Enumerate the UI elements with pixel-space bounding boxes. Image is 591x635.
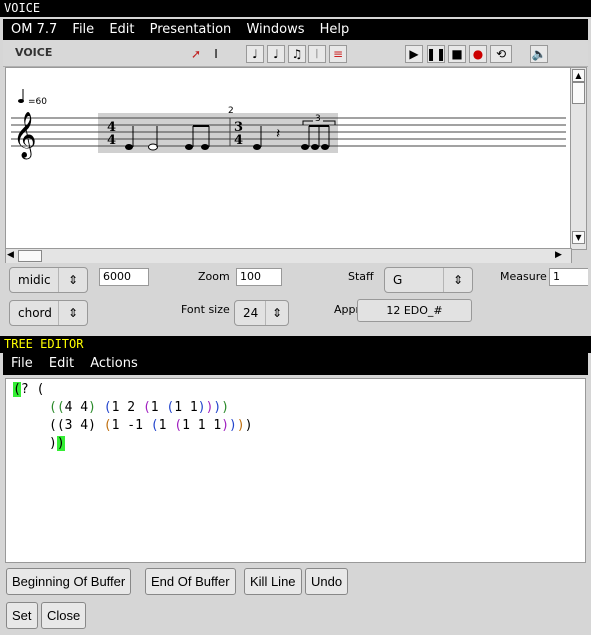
updown-arrows-icon: ⇕ (58, 268, 87, 292)
treble-clef-icon: 𝄞 (13, 112, 37, 160)
edit-mode-value: chord (18, 306, 52, 320)
updown-arrows-icon: ⇕ (443, 268, 472, 292)
kill-line-button[interactable]: Kill Line (244, 568, 302, 595)
zoom-field[interactable]: 100 (236, 268, 282, 286)
undo-button[interactable]: Undo (305, 568, 349, 595)
play-icon[interactable]: ▶ (405, 45, 423, 63)
menu-presentation[interactable]: Presentation (150, 22, 232, 37)
tree-editor-window: TREE EDITOR File Edit Actions (? ( ((4 4… (0, 336, 591, 635)
tempo-note-head (18, 99, 24, 103)
code-line-4: )) (49, 436, 65, 451)
score-vertical-scrollbar[interactable]: ▲ ▼ (570, 67, 587, 250)
tree-code-editor[interactable]: (? ( ((4 4) (1 2 (1 (1 1)))) ((3 4) (1 -… (5, 378, 586, 563)
updown-arrows-icon: ⇕ (265, 301, 288, 325)
end-of-buffer-button[interactable]: End Of Buffer (145, 568, 236, 595)
beginning-of-buffer-button[interactable]: Beginning Of Buffer (6, 568, 132, 595)
scroll-down-icon[interactable]: ▼ (572, 231, 585, 244)
voice-window: VOICE OM 7.7 File Edit Presentation Wind… (0, 0, 591, 333)
text-cursor-icon[interactable]: I (207, 45, 225, 63)
measure-icon[interactable]: 𝄀 (308, 45, 326, 63)
horizontal-scroll-thumb[interactable] (18, 250, 42, 262)
code-line-3: ((3 4) (1 -1 (1 (1 1 1)))) (49, 418, 253, 433)
code-line-1: (? ( (13, 382, 45, 397)
tree-editor-title-bar: TREE EDITOR (0, 336, 591, 353)
tree-menu-edit[interactable]: Edit (49, 356, 74, 371)
set-button[interactable]: Set (6, 602, 38, 629)
staff-label: Staff (348, 270, 374, 283)
speaker-icon[interactable]: 🔈 (530, 45, 548, 63)
voice-title-bar: VOICE (0, 0, 591, 17)
loop-icon[interactable]: ⟲ (490, 45, 512, 63)
quarter-rest-icon: 𝄽 (276, 126, 280, 142)
chord-note-icon[interactable]: ♩ (267, 45, 285, 63)
voice-toolbar: VOICE ➚ I ♩ ♩ ♫ 𝄀 ≡ ▶ ❚❚ ■ ● ⟲ 🔈 (3, 40, 588, 67)
voice-menu-bar: OM 7.7 File Edit Presentation Windows He… (3, 19, 588, 41)
record-icon[interactable]: ● (469, 45, 487, 63)
vertical-scroll-thumb[interactable] (572, 82, 585, 104)
tree-editor-menu-bar: File Edit Actions (3, 353, 588, 375)
tempo-text: =60 (28, 97, 47, 107)
tuplet-label: 3 (315, 114, 321, 124)
group-notes-icon[interactable]: ♫ (288, 45, 306, 63)
zoom-label: Zoom (198, 270, 230, 283)
menu-file[interactable]: File (72, 22, 94, 37)
scroll-right-icon[interactable]: ▶ (555, 250, 564, 260)
font-size-select[interactable]: 24 ⇕ (234, 300, 289, 326)
score-horizontal-scrollbar[interactable]: ◀ ▶ (5, 248, 572, 264)
menu-edit[interactable]: Edit (109, 22, 134, 37)
menu-windows[interactable]: Windows (246, 22, 304, 37)
pause-icon[interactable]: ❚❚ (426, 45, 446, 63)
measure-field[interactable]: 1 (549, 268, 588, 286)
font-size-value: 24 (243, 306, 259, 320)
updown-arrows-icon: ⇕ (58, 301, 87, 325)
font-size-label: Font size (181, 303, 230, 316)
tree-menu-file[interactable]: File (11, 356, 33, 371)
arrow-select-icon[interactable]: ➚ (187, 45, 205, 63)
voice-panel-label: VOICE (15, 46, 53, 59)
voice-controls-panel: midic ⇕ 6000 Zoom 100 Staff G ⇕ Measure … (3, 263, 588, 331)
edit-mode-select[interactable]: chord ⇕ (9, 300, 88, 326)
display-mode-value: midic (18, 273, 51, 287)
score-svg: =60 𝄞 4 4 3 4 2 𝄽 3 (11, 89, 566, 160)
tree-menu-actions[interactable]: Actions (90, 356, 138, 371)
staff-select[interactable]: G ⇕ (384, 267, 473, 293)
display-mode-select[interactable]: midic ⇕ (9, 267, 88, 293)
voice-icon[interactable]: ≡ (329, 45, 347, 63)
display-value-field[interactable]: 6000 (99, 268, 149, 286)
stop-icon[interactable]: ■ (448, 45, 466, 63)
menu-help[interactable]: Help (320, 22, 350, 37)
time-sig-2-den: 4 (234, 133, 243, 148)
score-view[interactable]: =60 𝄞 4 4 3 4 2 𝄽 3 (5, 67, 572, 250)
scroll-left-icon[interactable]: ◀ (7, 250, 16, 260)
close-button[interactable]: Close (41, 602, 87, 629)
scroll-up-icon[interactable]: ▲ (572, 69, 585, 82)
approx-button[interactable]: 12 EDO_# (357, 299, 472, 322)
measure-number: 2 (228, 106, 234, 116)
quarter-note-icon[interactable]: ♩ (246, 45, 264, 63)
staff-value: G (393, 273, 403, 287)
menu-om[interactable]: OM 7.7 (11, 22, 57, 37)
measure-label: Measure (500, 270, 547, 283)
time-sig-1-den: 4 (107, 133, 116, 148)
code-line-2: ((4 4) (1 2 (1 (1 1)))) (49, 400, 230, 415)
